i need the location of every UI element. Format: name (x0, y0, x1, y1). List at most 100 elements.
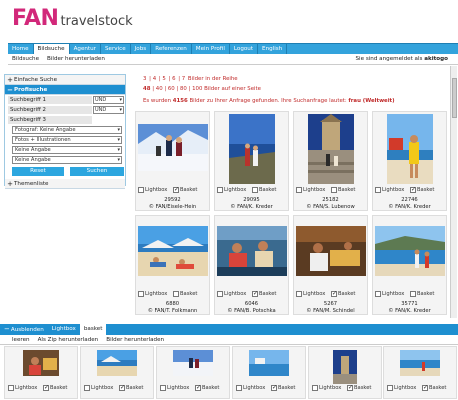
basket-checkbox[interactable] (251, 187, 258, 193)
hide-panel-tab[interactable]: −Ausblenden (0, 324, 48, 335)
result-image[interactable] (137, 226, 208, 276)
basket-image[interactable] (249, 350, 289, 376)
lightbox-checkbox[interactable] (138, 291, 144, 297)
photographer-select[interactable]: Fotograf: Keine Angabe ▾ (12, 126, 122, 134)
per-page-100[interactable]: 100 (192, 86, 202, 92)
page-link-6[interactable]: 6 (172, 76, 175, 82)
per-page-60[interactable]: 60 (168, 86, 175, 92)
result-image[interactable] (137, 124, 208, 171)
page-link-5[interactable]: 5 (162, 76, 165, 82)
themes-header[interactable]: + Themenliste (5, 179, 125, 189)
operator-value-2: UND (95, 107, 107, 113)
basket-checkbox[interactable] (330, 187, 337, 193)
lightbox-checkbox[interactable] (296, 187, 302, 193)
basket-actions: leeren Als Zip herunterladen Bilder heru… (0, 335, 458, 345)
results-scrollbar[interactable] (450, 66, 457, 318)
nav-logout[interactable]: Logout (230, 44, 259, 54)
simple-search-header[interactable]: + Einfache Suche (5, 75, 125, 85)
basket-image[interactable] (400, 350, 440, 376)
basket-checkbox[interactable] (409, 291, 416, 297)
empty-basket-link[interactable]: leeren (12, 337, 30, 343)
nav-jobs[interactable]: Jobs (131, 44, 152, 54)
basket-image[interactable] (173, 350, 213, 376)
scrollbar-thumb[interactable] (452, 78, 457, 118)
nav-home[interactable]: Home (8, 44, 34, 54)
basket-label: Basket (201, 385, 220, 391)
operator-select-1[interactable]: UND ▾ (93, 96, 124, 104)
search-term-input-2[interactable]: Suchbegriff 2 (8, 106, 92, 114)
result-image[interactable] (374, 226, 445, 276)
basket-checkbox[interactable] (194, 384, 201, 391)
basket-image[interactable] (23, 350, 59, 376)
download-zip-link[interactable]: Als Zip herunterladen (38, 337, 99, 343)
page-link-3[interactable]: 3 (143, 76, 146, 82)
page-link-4[interactable]: 4 (153, 76, 156, 82)
search-term-input-1[interactable]: Suchbegriff 1 (8, 96, 92, 104)
result-image[interactable] (307, 114, 354, 184)
basket-checkbox[interactable] (251, 290, 258, 297)
result-image[interactable] (386, 114, 433, 184)
per-page-48[interactable]: 48 (143, 86, 151, 92)
basket-checkbox[interactable] (421, 384, 428, 391)
result-image[interactable] (216, 226, 287, 276)
lightbox-tab[interactable]: Lightbox (48, 324, 80, 335)
basket-checkbox[interactable] (172, 186, 179, 193)
lightbox-checkbox[interactable] (217, 291, 223, 297)
basket-checkbox[interactable] (346, 384, 353, 391)
basket-checkbox[interactable] (42, 384, 49, 391)
lightbox-checkbox[interactable] (375, 291, 381, 297)
operator-select-2[interactable]: UND ▾ (93, 106, 124, 114)
reset-button[interactable]: Reset (12, 167, 64, 176)
lightbox-checkbox[interactable] (217, 187, 223, 193)
result-image[interactable] (295, 226, 366, 276)
basket-checkbox-row: Lightbox Basket (312, 384, 375, 392)
login-prefix: Sie sind angemeldet als (355, 56, 423, 62)
nav-referenzen[interactable]: Referenzen (151, 44, 192, 54)
basket-label: Basket (337, 291, 356, 297)
lightbox-checkbox[interactable] (296, 291, 302, 297)
filter-select-3[interactable]: Keine Angabe ▾ (12, 146, 122, 154)
basket-label: Basket (353, 385, 372, 391)
logo[interactable]: FAN travelstock (12, 6, 133, 32)
media-type-select[interactable]: Fotos + Illustrationen ▾ (12, 136, 122, 144)
result-image[interactable] (228, 114, 275, 184)
result-card: Lightbox Basket 35771 © FAN/K. Kreder (372, 215, 447, 315)
nav-agentur[interactable]: Agentur (70, 44, 101, 54)
nav-service[interactable]: Service (101, 44, 131, 54)
basket-checkbox[interactable] (409, 186, 416, 193)
subnav-bildsuche[interactable]: Bildsuche (8, 56, 43, 62)
subnav-bilder-herunterladen[interactable]: Bilder herunterladen (43, 56, 109, 62)
basket-tab[interactable]: basket (79, 324, 107, 335)
search-button[interactable]: Suchen (70, 167, 124, 176)
page-link-7[interactable]: 7 (182, 76, 185, 82)
basket-image[interactable] (97, 350, 137, 376)
lightbox-checkbox[interactable] (138, 187, 144, 193)
lightbox-checkbox[interactable] (312, 385, 318, 391)
lightbox-checkbox[interactable] (8, 385, 14, 391)
basket-checkbox[interactable] (330, 290, 337, 297)
search-term-input-3[interactable]: Suchbegriff 3 (8, 116, 92, 124)
basket-label: Basket (337, 187, 356, 193)
sub-nav: Bildsuche Bilder herunterladen Sie sind … (8, 54, 458, 65)
image-id: 5267 (323, 301, 338, 307)
filter-select-4[interactable]: Keine Angabe ▾ (12, 156, 122, 164)
image-id: 35771 (401, 301, 418, 307)
basket-checkbox[interactable] (118, 384, 125, 391)
per-page-80[interactable]: 80 (180, 86, 187, 92)
pro-search-header[interactable]: − Profisuche (5, 85, 125, 95)
lightbox-checkbox[interactable] (236, 385, 242, 391)
nav-english[interactable]: English (258, 44, 288, 54)
per-page-40[interactable]: 40 (156, 86, 163, 92)
lightbox-checkbox[interactable] (387, 385, 393, 391)
result-card: Lightbox Basket 25182 © FAN/S. Lubenow (293, 111, 368, 211)
nav-bildsuche[interactable]: Bildsuche (33, 44, 70, 54)
download-images-link[interactable]: Bilder herunterladen (106, 337, 164, 343)
lightbox-checkbox[interactable] (375, 187, 381, 193)
basket-checkbox[interactable] (270, 384, 277, 391)
basket-checkbox[interactable] (172, 291, 179, 297)
lightbox-checkbox[interactable] (84, 385, 90, 391)
lightbox-checkbox[interactable] (160, 385, 166, 391)
dropdown-arrow-icon: ▾ (119, 107, 122, 113)
basket-image[interactable] (333, 350, 357, 384)
nav-mein-profil[interactable]: Mein Profil (192, 44, 230, 54)
